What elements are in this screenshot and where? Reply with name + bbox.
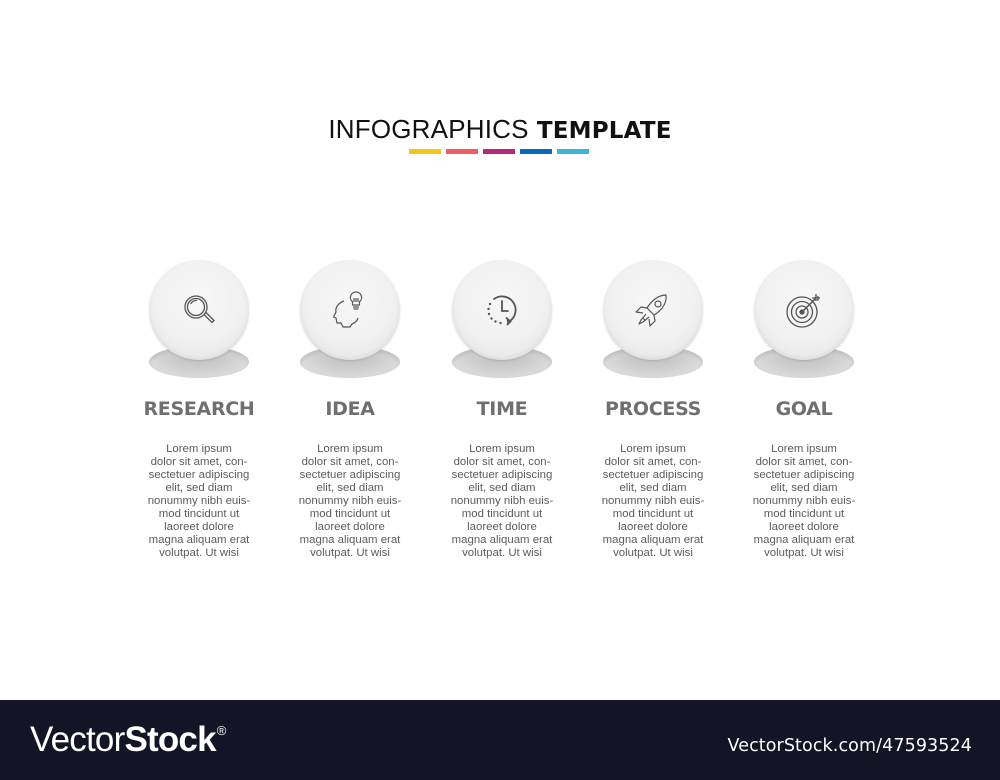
registered-mark: ®	[216, 723, 227, 738]
desc-line: magna aliquam erat	[299, 534, 401, 546]
icon-sphere	[300, 260, 400, 360]
step-description: Lorem ipsum dolor sit amet, con- sectetu…	[573, 443, 733, 560]
desc-line: mod tincidunt ut	[158, 508, 240, 520]
desc-line: volutpat. Ut wisi	[159, 547, 239, 559]
desc-line: dolor sit amet, con-	[604, 456, 702, 468]
step-time: TIME Lorem ipsum dolor sit amet, con- se…	[427, 258, 577, 559]
step-graphic	[427, 258, 577, 388]
desc-line: mod tincidunt ut	[612, 508, 694, 520]
clock-history-icon	[487, 295, 517, 326]
desc-line: nonummy nibh euis-	[450, 495, 554, 507]
desc-line: elit, sed diam	[316, 482, 384, 494]
target-icon	[786, 294, 820, 328]
step-label: RESEARCH	[143, 398, 255, 420]
desc-line: volutpat. Ut wisi	[764, 547, 844, 559]
desc-line: Lorem ipsum	[620, 443, 686, 455]
head-lightbulb-icon	[332, 291, 363, 328]
logo-light: Vector	[30, 720, 125, 759]
step-description: Lorem ipsum dolor sit amet, con- sectetu…	[724, 443, 884, 560]
step-description: Lorem ipsum dolor sit amet, con- sectetu…	[270, 443, 430, 560]
icon-sphere	[603, 260, 703, 360]
icon-sphere	[149, 260, 249, 360]
step-label: TIME	[476, 398, 528, 420]
desc-line: mod tincidunt ut	[763, 508, 845, 520]
step-description: Lorem ipsum dolor sit amet, con- sectetu…	[422, 443, 582, 560]
step-description: Lorem ipsum dolor sit amet, con- sectetu…	[119, 443, 279, 560]
desc-line: laoreet dolore	[769, 521, 839, 533]
desc-line: sectetuer adipiscing	[602, 469, 704, 481]
desc-line: dolor sit amet, con-	[453, 456, 551, 468]
desc-line: Lorem ipsum	[317, 443, 383, 455]
desc-line: magna aliquam erat	[148, 534, 250, 546]
desc-line: elit, sed diam	[770, 482, 838, 494]
desc-line: laoreet dolore	[618, 521, 688, 533]
desc-line: dolor sit amet, con-	[301, 456, 399, 468]
step-graphic	[578, 258, 728, 388]
image-url: VectorStock.com/47593524	[727, 736, 972, 756]
desc-line: sectetuer adipiscing	[753, 469, 855, 481]
magnifier-icon	[184, 295, 215, 324]
icon-sphere	[452, 260, 552, 360]
desc-line: nonummy nibh euis-	[752, 495, 856, 507]
desc-line: elit, sed diam	[619, 482, 687, 494]
step-label: PROCESS	[604, 398, 702, 420]
desc-line: dolor sit amet, con-	[755, 456, 853, 468]
step-graphic	[729, 258, 879, 388]
step-label: IDEA	[325, 398, 375, 420]
step-research: RESEARCH Lorem ipsum dolor sit amet, con…	[124, 258, 274, 559]
desc-line: magna aliquam erat	[451, 534, 553, 546]
desc-line: sectetuer adipiscing	[148, 469, 250, 481]
desc-line: magna aliquam erat	[602, 534, 704, 546]
desc-line: Lorem ipsum	[469, 443, 535, 455]
desc-line: laoreet dolore	[315, 521, 385, 533]
desc-line: volutpat. Ut wisi	[462, 547, 542, 559]
desc-line: nonummy nibh euis-	[601, 495, 705, 507]
rocket-icon	[635, 294, 667, 327]
step-goal: GOAL Lorem ipsum dolor sit amet, con- se…	[729, 258, 879, 559]
desc-line: elit, sed diam	[468, 482, 536, 494]
desc-line: sectetuer adipiscing	[299, 469, 401, 481]
desc-line: volutpat. Ut wisi	[613, 547, 693, 559]
step-graphic	[275, 258, 425, 388]
desc-line: mod tincidunt ut	[309, 508, 391, 520]
desc-line: Lorem ipsum	[771, 443, 837, 455]
step-idea: IDEA Lorem ipsum dolor sit amet, con- se…	[275, 258, 425, 559]
desc-line: elit, sed diam	[165, 482, 233, 494]
desc-line: nonummy nibh euis-	[147, 495, 251, 507]
step-graphic	[124, 258, 274, 388]
desc-line: Lorem ipsum	[166, 443, 232, 455]
icon-sphere	[754, 260, 854, 360]
desc-line: magna aliquam erat	[753, 534, 855, 546]
desc-line: nonummy nibh euis-	[298, 495, 402, 507]
desc-line: laoreet dolore	[467, 521, 537, 533]
vectorstock-logo: VectorStock®	[30, 720, 226, 760]
step-label: GOAL	[775, 398, 833, 420]
step-process: PROCESS Lorem ipsum dolor sit amet, con-…	[578, 258, 728, 559]
desc-line: laoreet dolore	[164, 521, 234, 533]
desc-line: mod tincidunt ut	[461, 508, 543, 520]
desc-line: sectetuer adipiscing	[451, 469, 553, 481]
desc-line: volutpat. Ut wisi	[310, 547, 390, 559]
logo-bold: Stock	[124, 720, 216, 759]
steps-container: RESEARCH Lorem ipsum dolor sit amet, con…	[0, 0, 1000, 700]
desc-line: dolor sit amet, con-	[150, 456, 248, 468]
